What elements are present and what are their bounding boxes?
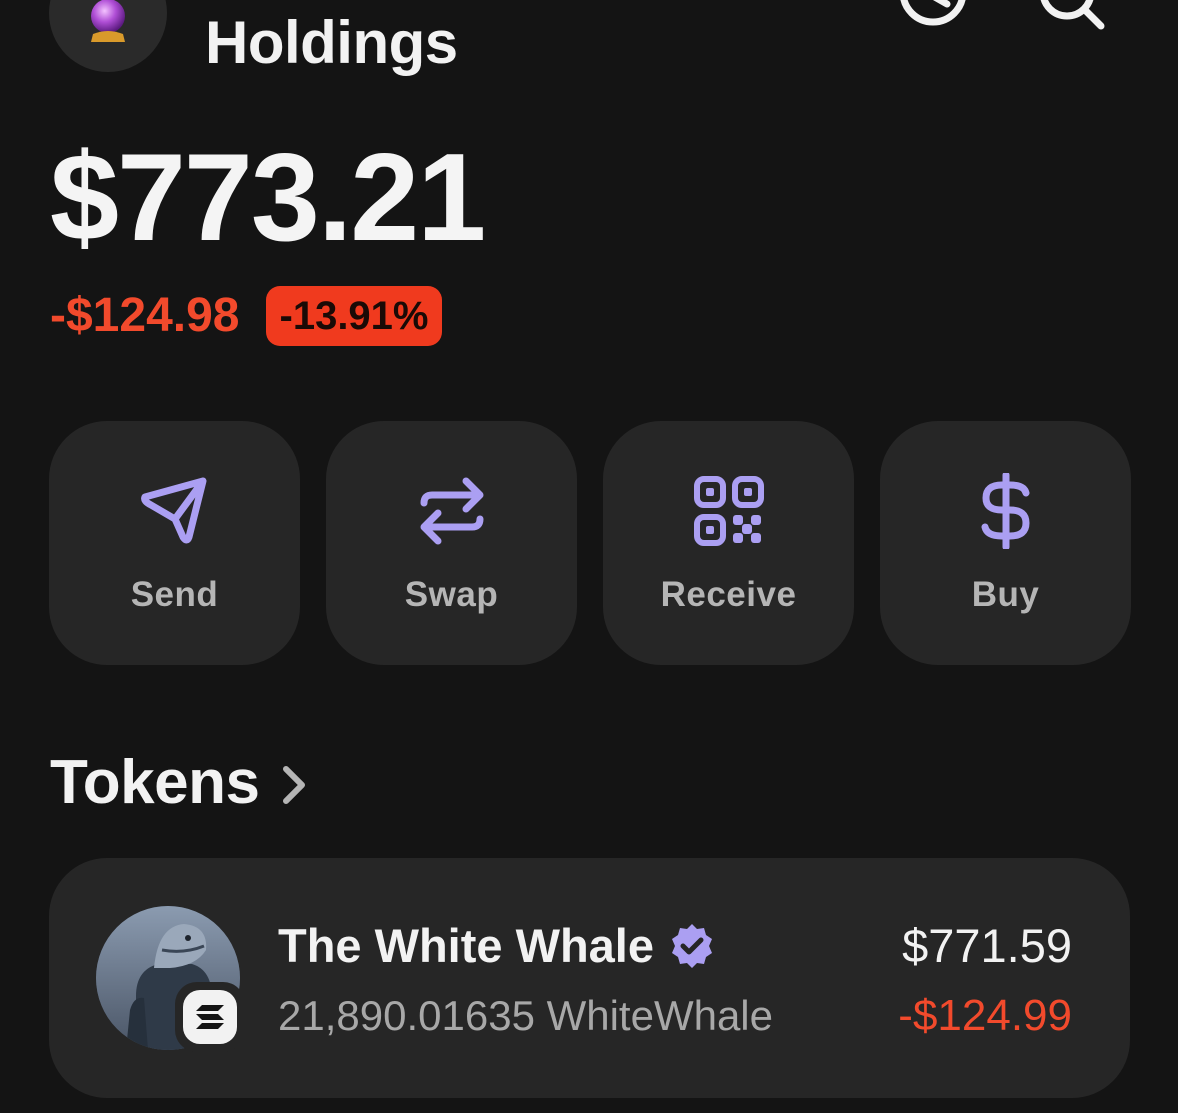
token-change: -$124.99 [898, 991, 1072, 1040]
chain-badge [175, 982, 245, 1052]
search-icon[interactable] [1035, 0, 1107, 50]
solana-icon [196, 1005, 224, 1029]
quick-actions: Send Swap Receive Buy [49, 421, 1131, 665]
holdings-screen: Holdings $773.21 -$124.98 -13.91% Send S… [0, 0, 1178, 1113]
receive-button[interactable]: Receive [603, 421, 854, 665]
account-avatar[interactable] [49, 0, 167, 72]
balance-change-amount: -$124.98 [50, 289, 240, 342]
tokens-section-header[interactable]: Tokens [50, 748, 307, 818]
token-quantity: 21,890.01635 WhiteWhale [278, 992, 773, 1039]
receive-label: Receive [660, 575, 797, 614]
swap-icon [420, 477, 483, 545]
send-icon [140, 477, 206, 544]
chevron-right-icon [283, 766, 306, 804]
send-button[interactable]: Send [49, 421, 300, 665]
clock-icon[interactable] [897, 0, 969, 50]
qr-code-icon [693, 476, 764, 546]
token-value: $771.59 [902, 919, 1072, 972]
swap-button[interactable]: Swap [326, 421, 577, 665]
send-label: Send [130, 575, 219, 614]
dollar-icon [981, 473, 1029, 549]
token-row[interactable]: The White Whale 21,890.01635 WhiteWhale … [49, 858, 1130, 1098]
crystal-ball-icon [91, 0, 125, 42]
verified-badge-icon [672, 924, 712, 968]
token-name: The White Whale [278, 919, 654, 972]
tokens-heading: Tokens [50, 748, 260, 817]
buy-button[interactable]: Buy [880, 421, 1131, 665]
total-balance: $773.21 [50, 129, 486, 267]
page-title: Holdings [205, 9, 458, 76]
balance-change-row: -$124.98 -13.91% [50, 285, 443, 347]
swap-label: Swap [404, 575, 499, 614]
balance-change-percent-badge: -13.91% [265, 286, 443, 346]
token-name-row: The White Whale [278, 916, 716, 976]
buy-label: Buy [971, 575, 1040, 614]
